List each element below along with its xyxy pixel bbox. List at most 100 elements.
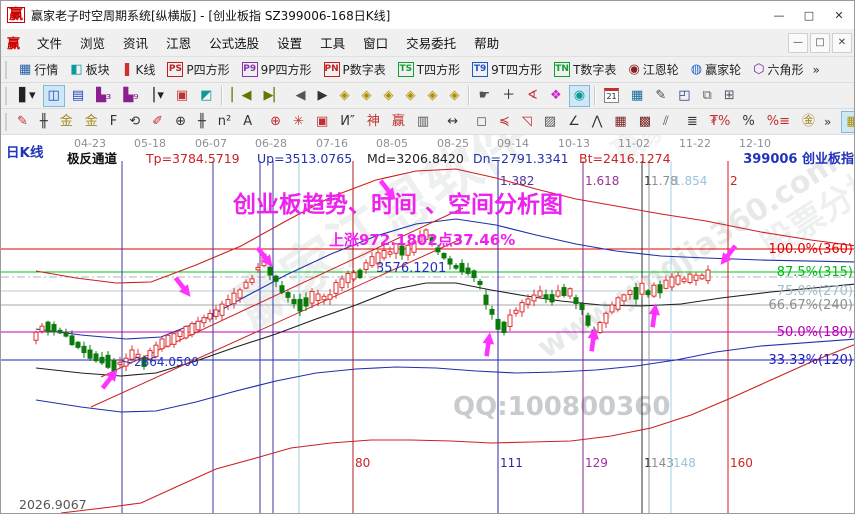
menu-item-文件[interactable]: 文件: [28, 33, 71, 54]
brush-box-tool[interactable]: ✐: [147, 111, 168, 133]
star-cycle-tool[interactable]: ✳: [288, 111, 309, 133]
ruler-123-tool[interactable]: ▥: [412, 111, 434, 133]
gold-gann-1-tool[interactable]: 金: [55, 111, 78, 133]
axis-low-value: 2026.9067: [19, 497, 87, 512]
printer-button[interactable]: ⊞: [719, 85, 740, 107]
width-tool[interactable]: ↔: [442, 111, 463, 133]
gann-wheel-button[interactable]: ◉江恩轮: [623, 59, 683, 81]
data-list-button[interactable]: ▤: [67, 85, 89, 107]
gann-fence-tool[interactable]: ╫: [35, 111, 53, 133]
diamond-left-button[interactable]: ◈: [334, 85, 354, 107]
pattern-tool-button[interactable]: ❖: [545, 85, 567, 107]
menu-item-交易委托[interactable]: 交易委托: [397, 33, 465, 54]
kline-button[interactable]: ❚K线: [117, 59, 161, 81]
kline-chart-canvas[interactable]: 赢家江恩软件股票分析工具www.yingjia360.com赢家江恩QQ:100…: [1, 135, 855, 513]
brush-tool[interactable]: ✎: [12, 111, 33, 133]
next-bar-button[interactable]: ▶: [312, 85, 332, 107]
red-flag-button[interactable]: ▣: [171, 85, 193, 107]
diamond-hswap-button[interactable]: ◈: [378, 85, 398, 107]
n-square-tool[interactable]: n²: [213, 111, 236, 133]
nine-t-square-button[interactable]: T99T四方形: [467, 59, 547, 81]
memo-button[interactable]: ✎: [650, 85, 671, 107]
yingjia-tool[interactable]: 赢: [387, 111, 410, 133]
zigzag-tool[interactable]: ⋀: [587, 111, 608, 133]
p-number-table-button[interactable]: PNP数字表: [319, 59, 391, 81]
calculator-button[interactable]: ▦: [626, 85, 648, 107]
mdi-close-button[interactable]: ✕: [832, 33, 852, 53]
angle-ruler-button[interactable]: ∢: [522, 85, 543, 107]
fibonacci-f-tool[interactable]: F: [105, 111, 122, 133]
angle-a-tool[interactable]: A: [238, 111, 257, 133]
minimize-button[interactable]: —: [764, 2, 794, 29]
maximize-button[interactable]: □: [794, 2, 824, 29]
menu-item-设置[interactable]: 设置: [268, 33, 311, 54]
percent-t-tool[interactable]: ₮%: [705, 111, 736, 133]
menu-item-工具[interactable]: 工具: [311, 33, 354, 54]
candle-body: [94, 354, 98, 361]
toolbar-overflow-chevron[interactable]: »: [821, 115, 834, 129]
last-bar-button[interactable]: ▶▏: [258, 85, 288, 107]
layout-box-button[interactable]: ▦: [841, 111, 854, 133]
t-square-button[interactable]: TST四方形: [393, 59, 465, 81]
nine-p-square-button[interactable]: P99P四方形: [237, 59, 317, 81]
single-candle-dropdown[interactable]: ⎮▾: [146, 85, 169, 107]
grid-arrow-tool[interactable]: ▩: [634, 111, 656, 133]
diamond-expand-button[interactable]: ◈: [422, 85, 442, 107]
chart-window-button[interactable]: ◫: [43, 85, 65, 107]
diamond-right-button[interactable]: ◈: [356, 85, 376, 107]
p-square-button[interactable]: PSP四方形: [162, 59, 234, 81]
ray-fan-tool[interactable]: ≼: [494, 111, 515, 133]
angle-lines-tool[interactable]: ∠: [563, 111, 585, 133]
ray-fan-icon: ≼: [499, 115, 510, 128]
box-grid-tool[interactable]: ◻: [471, 111, 492, 133]
god-tool[interactable]: 神: [362, 111, 385, 133]
gold-circle-tool[interactable]: ㊎: [797, 111, 820, 133]
winner-wheel-button[interactable]: ◍赢家轮: [686, 59, 746, 81]
menu-item-浏览[interactable]: 浏览: [71, 33, 114, 54]
t-number-table-button[interactable]: TNT数字表: [549, 59, 621, 81]
fence-2-tool[interactable]: ╫: [193, 111, 211, 133]
gold-gann-2-tool[interactable]: 金: [80, 111, 103, 133]
calendar-button[interactable]: 21: [599, 85, 624, 107]
grid-big-tool[interactable]: ▦: [609, 111, 631, 133]
color-chart-button[interactable]: ◩: [195, 85, 217, 107]
percent-tool[interactable]: %: [737, 111, 759, 133]
save-button[interactable]: ◰: [673, 85, 695, 107]
first-bar-button[interactable]: ▏◀: [226, 85, 256, 107]
toolbar-overflow-chevron[interactable]: »: [810, 63, 823, 77]
bars-9-button[interactable]: ▙₉: [118, 85, 143, 107]
menu-item-帮助[interactable]: 帮助: [465, 33, 508, 54]
ray-box-tool[interactable]: ◹: [517, 111, 537, 133]
circle-cycle-tool[interactable]: ⊕: [170, 111, 191, 133]
crosshair-tool-button[interactable]: ＋: [497, 85, 520, 107]
hand-tool-button[interactable]: ☛: [473, 85, 495, 107]
menu-item-公式选股[interactable]: 公式选股: [200, 33, 268, 54]
cross-cycle-tool[interactable]: ⊕: [265, 111, 286, 133]
menu-item-窗口[interactable]: 窗口: [354, 33, 397, 54]
sectors-button[interactable]: ◧板块: [65, 59, 114, 81]
wave-tool[interactable]: И″: [335, 111, 360, 133]
menu-item-江恩[interactable]: 江恩: [157, 33, 200, 54]
diamond-center-button[interactable]: ◈: [444, 85, 464, 107]
spiral-tool[interactable]: ⟲: [124, 111, 145, 133]
brain-pattern-button[interactable]: ◉: [569, 85, 590, 107]
candle-body: [472, 271, 476, 278]
quotes-button[interactable]: ▦行情: [14, 59, 63, 81]
bars-3-button[interactable]: ▙₃: [91, 85, 116, 107]
menu-item-资讯[interactable]: 资讯: [114, 33, 157, 54]
close-button[interactable]: ✕: [824, 2, 854, 29]
hexagon-button[interactable]: ⬡六角形: [748, 59, 808, 81]
mdi-restore-button[interactable]: □: [810, 33, 830, 53]
price-list-tool[interactable]: ≣: [682, 111, 703, 133]
kline-style-dropdown[interactable]: ▋▾: [14, 85, 41, 107]
percent-line-tool[interactable]: %≡: [762, 111, 795, 133]
mdi-minimize-button[interactable]: —: [788, 33, 808, 53]
channel-name-label: 极反通道: [67, 151, 118, 166]
slant-lines-tool[interactable]: ⫽: [658, 111, 674, 133]
percent-t-icon: ₮%: [710, 115, 731, 128]
prev-bar-button[interactable]: ◀: [290, 85, 310, 107]
shade-box-tool[interactable]: ▨: [539, 111, 561, 133]
export-image-button[interactable]: ⧉: [698, 85, 717, 107]
square-cycle-tool[interactable]: ▣: [311, 111, 333, 133]
diamond-cross-button[interactable]: ◈: [400, 85, 420, 107]
